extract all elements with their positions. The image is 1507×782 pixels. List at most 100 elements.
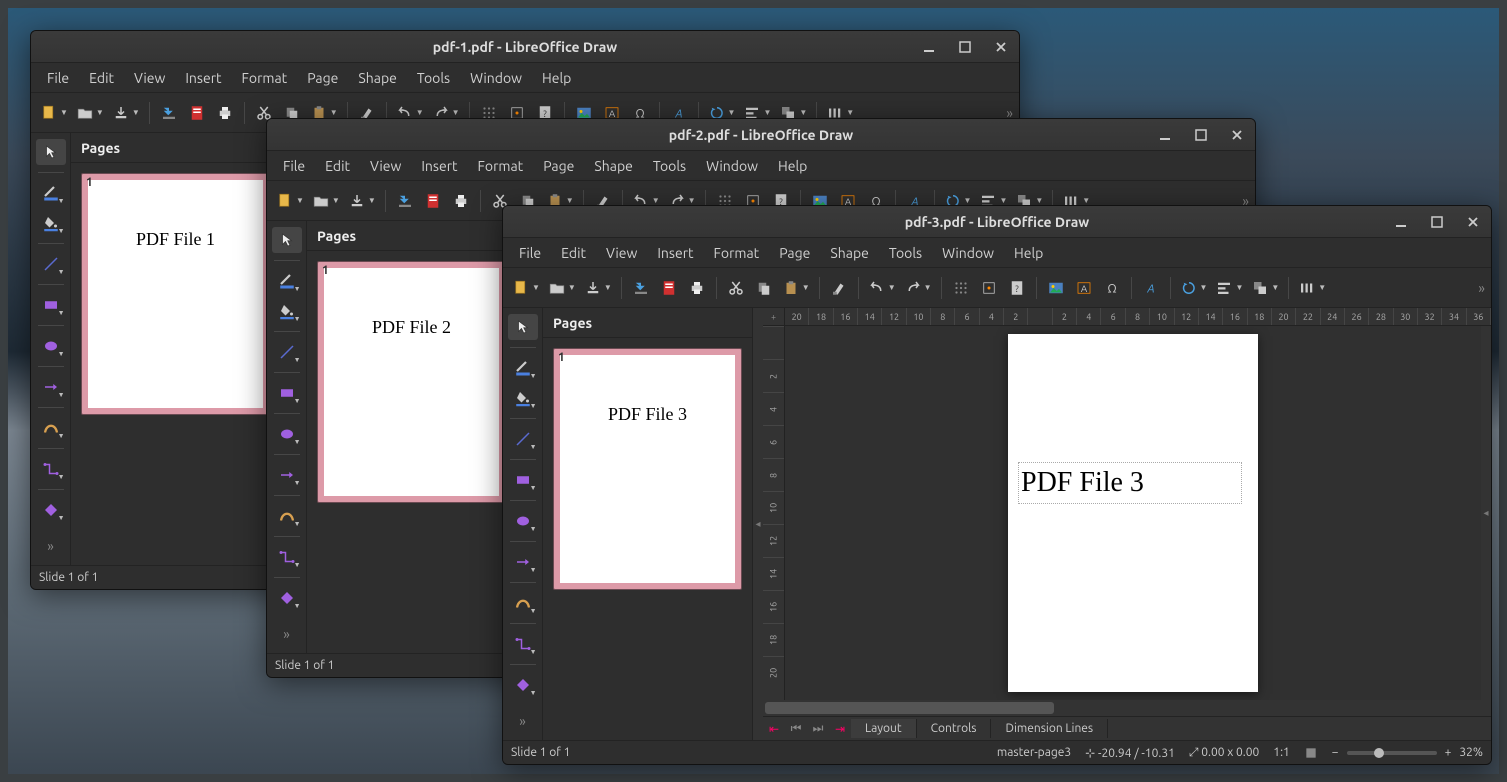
zoom-out-button[interactable]: − bbox=[1332, 746, 1339, 759]
export-button[interactable] bbox=[156, 98, 182, 128]
close-button[interactable] bbox=[1223, 123, 1251, 147]
toolbox-overflow[interactable]: » bbox=[36, 533, 66, 559]
fill-color-tool[interactable]: ▼ bbox=[272, 298, 302, 324]
insert-special-char-button[interactable]: Ω bbox=[1099, 273, 1125, 303]
status-scale[interactable]: 1:1 bbox=[1273, 746, 1290, 759]
menu-edit[interactable]: Edit bbox=[79, 66, 124, 90]
status-master-page[interactable]: master-page3 bbox=[997, 746, 1071, 759]
connector-tool[interactable]: ▼ bbox=[272, 544, 302, 570]
maximize-button[interactable] bbox=[1423, 210, 1451, 234]
arrow-tool[interactable]: ▼ bbox=[508, 549, 538, 575]
menu-file[interactable]: File bbox=[273, 154, 315, 178]
ellipse-tool[interactable]: ▼ bbox=[272, 421, 302, 447]
menu-help[interactable]: Help bbox=[532, 66, 581, 90]
arrow-tool[interactable]: ▼ bbox=[36, 374, 66, 400]
menu-edit[interactable]: Edit bbox=[315, 154, 360, 178]
maximize-button[interactable] bbox=[1187, 123, 1215, 147]
toolbox-overflow[interactable]: » bbox=[272, 621, 302, 647]
ruler-origin-icon[interactable]: + bbox=[763, 308, 785, 326]
line-color-tool[interactable]: ▼ bbox=[508, 355, 538, 381]
titlebar[interactable]: pdf-3.pdf - LibreOffice Draw bbox=[503, 206, 1491, 238]
clone-format-button[interactable] bbox=[826, 273, 852, 303]
open-document[interactable]: ▼ bbox=[545, 273, 579, 303]
print-button[interactable] bbox=[212, 98, 238, 128]
zoom-in-button[interactable]: + bbox=[1445, 746, 1452, 759]
toolbar-overflow[interactable]: » bbox=[1478, 268, 1485, 307]
sidebar-collapse-handle[interactable]: ◂ bbox=[1481, 326, 1491, 700]
ellipse-tool[interactable]: ▼ bbox=[36, 333, 66, 359]
panel-collapse-handle[interactable]: ◂ bbox=[753, 308, 763, 740]
menu-shape[interactable]: Shape bbox=[584, 154, 642, 178]
menu-shape[interactable]: Shape bbox=[820, 241, 878, 265]
text-frame[interactable]: PDF File 3 bbox=[1018, 462, 1242, 504]
cut-button[interactable] bbox=[723, 273, 749, 303]
toolbox-overflow[interactable]: » bbox=[508, 708, 538, 734]
connector-tool[interactable]: ▼ bbox=[36, 456, 66, 482]
scrollbar-horizontal[interactable] bbox=[763, 700, 1491, 716]
save-document[interactable]: ▼ bbox=[581, 273, 615, 303]
menu-page[interactable]: Page bbox=[769, 241, 820, 265]
open-document[interactable]: ▼ bbox=[73, 98, 107, 128]
tab-nav-button[interactable]: ⏭ bbox=[807, 722, 829, 736]
tab-nav-button[interactable]: ⇤ bbox=[763, 722, 785, 736]
select-tool[interactable] bbox=[272, 227, 302, 253]
page-thumbnail[interactable]: 1PDF File 1 bbox=[81, 173, 270, 415]
helplines-button[interactable]: ? bbox=[1004, 273, 1030, 303]
export-pdf-button[interactable] bbox=[420, 186, 446, 216]
menu-tools[interactable]: Tools bbox=[407, 66, 460, 90]
basic-shapes-tool[interactable]: ▼ bbox=[508, 672, 538, 698]
print-button[interactable] bbox=[684, 273, 710, 303]
distribute-button[interactable]: ▼ bbox=[1295, 273, 1329, 303]
connector-tool[interactable]: ▼ bbox=[508, 631, 538, 657]
line-tool[interactable]: ▼ bbox=[508, 426, 538, 452]
minimize-button[interactable] bbox=[1387, 210, 1415, 234]
insert-image-button[interactable] bbox=[1043, 273, 1069, 303]
line-tool[interactable]: ▼ bbox=[36, 251, 66, 277]
insert-textbox-button[interactable]: A bbox=[1071, 273, 1097, 303]
menu-view[interactable]: View bbox=[124, 66, 175, 90]
paste-button[interactable]: ▼ bbox=[779, 273, 813, 303]
rotate-button[interactable]: ▼ bbox=[1177, 273, 1211, 303]
menu-window[interactable]: Window bbox=[932, 241, 1004, 265]
layer-tab[interactable]: Controls bbox=[917, 719, 992, 738]
menu-file[interactable]: File bbox=[509, 241, 551, 265]
canvas-viewport[interactable]: PDF File 3 bbox=[785, 326, 1481, 700]
ruler-vertical[interactable]: 2468101214161820 bbox=[763, 326, 785, 700]
tab-nav-button[interactable]: ⏮ bbox=[785, 722, 807, 736]
menu-shape[interactable]: Shape bbox=[348, 66, 406, 90]
menu-view[interactable]: View bbox=[596, 241, 647, 265]
copy-button[interactable] bbox=[751, 273, 777, 303]
menu-insert[interactable]: Insert bbox=[411, 154, 467, 178]
select-tool[interactable] bbox=[36, 139, 66, 165]
menu-file[interactable]: File bbox=[37, 66, 79, 90]
zoom-slider[interactable] bbox=[1347, 751, 1437, 755]
menu-format[interactable]: Format bbox=[468, 154, 534, 178]
save-document[interactable]: ▼ bbox=[109, 98, 143, 128]
page-thumbnail[interactable]: 1PDF File 3 bbox=[553, 348, 742, 590]
rectangle-tool[interactable]: ▼ bbox=[272, 380, 302, 406]
curve-tool[interactable]: ▼ bbox=[36, 415, 66, 441]
menu-window[interactable]: Window bbox=[696, 154, 768, 178]
arrange-button[interactable]: ▼ bbox=[1248, 273, 1282, 303]
minimize-button[interactable] bbox=[1151, 123, 1179, 147]
new-document[interactable]: ▼ bbox=[273, 186, 307, 216]
print-button[interactable] bbox=[448, 186, 474, 216]
menu-insert[interactable]: Insert bbox=[647, 241, 703, 265]
minimize-button[interactable] bbox=[915, 35, 943, 59]
save-document[interactable]: ▼ bbox=[345, 186, 379, 216]
ellipse-tool[interactable]: ▼ bbox=[508, 508, 538, 534]
rectangle-tool[interactable]: ▼ bbox=[36, 292, 66, 318]
menu-help[interactable]: Help bbox=[1004, 241, 1053, 265]
drawing-page[interactable]: PDF File 3 bbox=[1008, 334, 1258, 692]
titlebar[interactable]: pdf-2.pdf - LibreOffice Draw bbox=[267, 119, 1255, 151]
undo-button[interactable]: ▼ bbox=[865, 273, 899, 303]
fontwork-button[interactable]: A bbox=[1138, 273, 1164, 303]
new-document[interactable]: ▼ bbox=[37, 98, 71, 128]
export-button[interactable] bbox=[392, 186, 418, 216]
snap-button[interactable] bbox=[976, 273, 1002, 303]
export-button[interactable] bbox=[628, 273, 654, 303]
export-pdf-button[interactable] bbox=[184, 98, 210, 128]
curve-tool[interactable]: ▼ bbox=[508, 590, 538, 616]
close-button[interactable] bbox=[1459, 210, 1487, 234]
arrow-tool[interactable]: ▼ bbox=[272, 462, 302, 488]
